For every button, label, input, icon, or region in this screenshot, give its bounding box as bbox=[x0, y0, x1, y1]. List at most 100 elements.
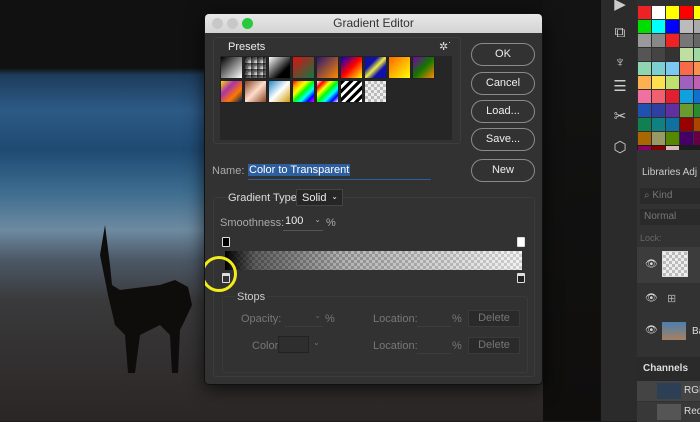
gear-icon[interactable]: ✲˙ bbox=[439, 40, 452, 53]
color-swatch[interactable] bbox=[666, 104, 679, 117]
name-input[interactable]: Color to Transparent bbox=[248, 162, 431, 180]
gradient-bar[interactable] bbox=[225, 251, 522, 270]
color-swatch[interactable] bbox=[652, 20, 665, 33]
color-swatch[interactable] bbox=[652, 76, 665, 89]
visibility-eye-icon[interactable]: 👁 bbox=[645, 293, 658, 304]
color-swatch[interactable] bbox=[666, 76, 679, 89]
smoothness-input[interactable]: 100 ⌄ bbox=[283, 215, 323, 231]
color-swatch[interactable] bbox=[278, 336, 309, 353]
color-swatch[interactable] bbox=[666, 118, 679, 131]
preset-swatch[interactable] bbox=[244, 56, 267, 79]
preset-swatch[interactable] bbox=[244, 80, 267, 103]
channel-red[interactable]: Red bbox=[637, 402, 700, 422]
color-swatch[interactable] bbox=[666, 132, 679, 145]
color-swatch[interactable] bbox=[652, 62, 665, 75]
color-swatch[interactable] bbox=[680, 20, 693, 33]
zoom-button[interactable] bbox=[242, 18, 253, 29]
color-swatch[interactable] bbox=[638, 62, 651, 75]
color-swatch[interactable] bbox=[680, 62, 693, 75]
preset-swatch[interactable] bbox=[316, 56, 339, 79]
color-swatch[interactable] bbox=[638, 90, 651, 103]
tab-adjustments[interactable]: Adj bbox=[683, 167, 697, 178]
tab-libraries[interactable]: Libraries bbox=[642, 167, 680, 178]
gradient-type-select[interactable]: Solid ⌄ bbox=[296, 189, 343, 206]
color-swatch[interactable] bbox=[680, 76, 693, 89]
layer-background[interactable]: 👁 Ba bbox=[637, 316, 700, 348]
color-swatch[interactable] bbox=[652, 48, 665, 61]
kind-filter[interactable]: ⌕ Kind bbox=[640, 188, 700, 204]
save-button[interactable]: Save... bbox=[471, 128, 535, 151]
color-swatch[interactable] bbox=[694, 48, 700, 61]
preset-swatch[interactable] bbox=[388, 56, 411, 79]
brushes-icon[interactable]: ♆ bbox=[609, 52, 631, 74]
layer-adjustment[interactable]: 👁 ⊞ bbox=[637, 284, 700, 316]
transform-icon[interactable]: ⧉ bbox=[609, 22, 631, 44]
color-swatch[interactable] bbox=[666, 48, 679, 61]
color-swatch[interactable] bbox=[666, 20, 679, 33]
color-swatch[interactable] bbox=[652, 132, 665, 145]
color-swatch[interactable] bbox=[638, 20, 651, 33]
minimize-button[interactable] bbox=[227, 18, 238, 29]
preset-swatch[interactable] bbox=[364, 80, 387, 103]
color-swatch[interactable] bbox=[694, 104, 700, 117]
color-swatch[interactable] bbox=[680, 48, 693, 61]
color-swatch[interactable] bbox=[638, 6, 651, 19]
color-location-input[interactable] bbox=[417, 338, 451, 354]
color-swatch[interactable] bbox=[638, 48, 651, 61]
preset-swatch[interactable] bbox=[268, 56, 291, 79]
close-button[interactable] bbox=[212, 18, 223, 29]
color-swatch[interactable] bbox=[638, 118, 651, 131]
color-swatch[interactable] bbox=[694, 62, 700, 75]
adjust-sliders-icon[interactable]: ☰ bbox=[609, 76, 631, 98]
color-swatch[interactable] bbox=[638, 132, 651, 145]
color-stop-right[interactable] bbox=[517, 273, 525, 283]
color-swatch[interactable] bbox=[680, 90, 693, 103]
delete-opacity-stop-button[interactable]: Delete bbox=[468, 310, 520, 327]
color-swatch[interactable] bbox=[652, 118, 665, 131]
opacity-input[interactable]: ⌄ bbox=[285, 311, 323, 327]
preset-swatch[interactable] bbox=[292, 80, 315, 103]
preset-swatch[interactable] bbox=[292, 56, 315, 79]
preset-swatch[interactable] bbox=[220, 56, 243, 79]
chevron-down-icon[interactable]: ⌄ bbox=[313, 338, 320, 347]
color-swatch[interactable] bbox=[666, 6, 679, 19]
color-swatch[interactable] bbox=[694, 76, 700, 89]
color-swatch[interactable] bbox=[694, 34, 700, 47]
color-swatch[interactable] bbox=[694, 6, 700, 19]
load-button[interactable]: Load... bbox=[471, 100, 535, 123]
preset-swatch[interactable] bbox=[340, 80, 363, 103]
channel-rgb[interactable]: RGB bbox=[637, 381, 700, 401]
color-swatch[interactable] bbox=[680, 34, 693, 47]
color-swatch[interactable] bbox=[652, 90, 665, 103]
new-button[interactable]: New bbox=[471, 159, 535, 182]
preset-swatch[interactable] bbox=[220, 80, 243, 103]
color-swatch[interactable] bbox=[680, 118, 693, 131]
color-swatch[interactable] bbox=[680, 6, 693, 19]
play-icon[interactable]: ▶ bbox=[609, 0, 631, 16]
preset-swatch[interactable] bbox=[412, 56, 435, 79]
color-swatch[interactable] bbox=[680, 132, 693, 145]
preset-swatch[interactable] bbox=[316, 80, 339, 103]
color-swatch[interactable] bbox=[666, 90, 679, 103]
color-swatch[interactable] bbox=[652, 104, 665, 117]
3d-cube-icon[interactable]: ⬡ bbox=[609, 137, 631, 159]
color-swatch[interactable] bbox=[652, 6, 665, 19]
color-swatch[interactable] bbox=[694, 90, 700, 103]
opacity-stop-left[interactable] bbox=[222, 237, 230, 247]
layer-gradient[interactable]: 👁 bbox=[637, 247, 700, 283]
color-swatch[interactable] bbox=[638, 76, 651, 89]
preset-swatch[interactable] bbox=[268, 80, 291, 103]
color-swatch[interactable] bbox=[694, 118, 700, 131]
scissors-icon[interactable]: ✂ bbox=[609, 106, 631, 128]
tab-channels[interactable]: Channels bbox=[643, 363, 688, 374]
visibility-eye-icon[interactable]: 👁 bbox=[645, 259, 658, 270]
opacity-stop-right[interactable] bbox=[517, 237, 525, 247]
color-swatch[interactable] bbox=[652, 34, 665, 47]
color-swatch[interactable] bbox=[694, 20, 700, 33]
color-swatch[interactable] bbox=[666, 62, 679, 75]
preset-swatch[interactable] bbox=[364, 56, 387, 79]
opacity-location-input[interactable] bbox=[417, 311, 451, 327]
color-swatch[interactable] bbox=[638, 104, 651, 117]
preset-swatch[interactable] bbox=[340, 56, 363, 79]
delete-color-stop-button[interactable]: Delete bbox=[468, 337, 520, 354]
